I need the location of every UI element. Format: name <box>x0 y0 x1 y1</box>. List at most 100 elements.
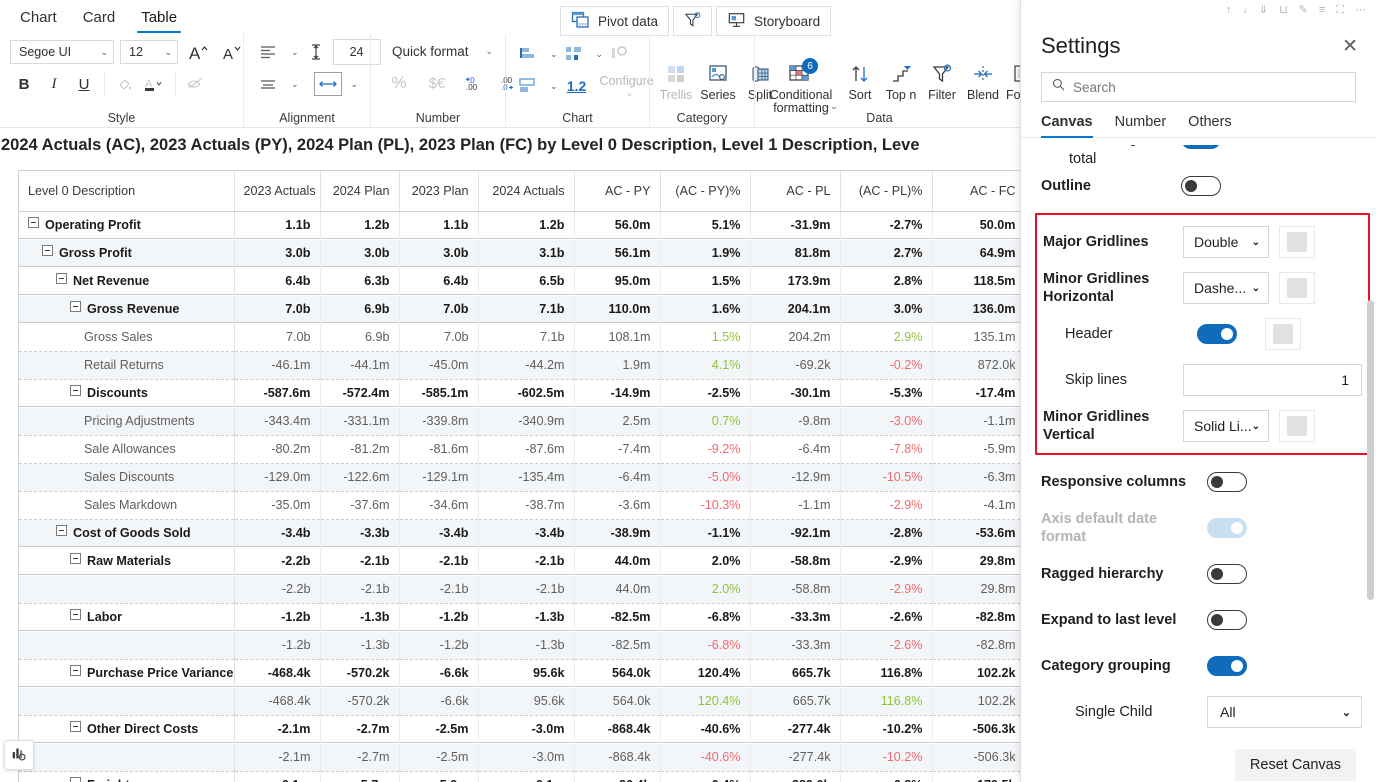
table-row[interactable]: Operating Profit 1.1b 1.2b 1.1b 1.2b 56.0m 5.1… <box>19 211 1025 240</box>
table-cell[interactable]: -6.3m <box>932 463 1025 492</box>
table-cell[interactable]: -129.1m <box>399 463 479 492</box>
column-header[interactable]: AC - FC <box>932 171 1025 212</box>
expand-collapse-icon[interactable] <box>56 273 67 284</box>
column-header[interactable]: AC - PL <box>750 171 841 212</box>
row-label-cell[interactable]: Freight <box>19 771 235 782</box>
table-cell[interactable]: -80.2m <box>234 435 321 464</box>
setting-category-grouping[interactable]: Category grouping <box>1041 643 1362 689</box>
table-cell[interactable]: -2.5m <box>399 715 479 744</box>
ribbon-tab-table[interactable]: Table <box>131 5 187 34</box>
setting-expand-to-last-level[interactable]: Expand to last level <box>1041 597 1362 643</box>
table-cell[interactable]: 7.0b <box>234 323 321 352</box>
table-cell[interactable]: 1.5% <box>660 267 751 296</box>
expand-collapse-icon[interactable] <box>70 553 81 564</box>
table-cell[interactable]: -53.6m <box>932 519 1025 548</box>
table-cell[interactable]: -35.0m <box>234 491 321 520</box>
merge-icon[interactable]: ⊔ <box>1279 4 1288 16</box>
table-cell[interactable]: 29.8m <box>932 575 1025 604</box>
minor-gridlines-vertical-color-swatch[interactable] <box>1279 410 1315 442</box>
panel-tab-others[interactable]: Others <box>1188 114 1232 137</box>
table-cell[interactable]: 7.0b <box>399 323 479 352</box>
table-cell[interactable]: -587.6m <box>234 379 321 408</box>
table-cell[interactable]: -6.6k <box>399 659 479 688</box>
chevron-down-icon[interactable]: ⌄ <box>550 81 558 92</box>
table-cell[interactable]: -58.8m <box>750 547 841 576</box>
table-cell[interactable]: 872.0k <box>932 351 1025 380</box>
table-cell[interactable]: -570.2k <box>320 687 400 716</box>
table-cell[interactable]: 95.6k <box>478 659 575 688</box>
table-cell[interactable]: -2.9% <box>840 491 933 520</box>
vertical-align-button[interactable] <box>254 70 282 98</box>
blend-button[interactable]: Blend <box>963 58 1003 103</box>
table-cell[interactable]: 120.4% <box>660 687 751 716</box>
table-cell[interactable]: -10.5% <box>840 463 933 492</box>
row-label-cell[interactable]: Pricing Adjustments <box>19 407 235 436</box>
row-label-cell[interactable]: Cost of Goods Sold <box>19 519 235 548</box>
table-cell[interactable]: 120.4% <box>660 659 751 688</box>
font-color-button[interactable]: A <box>141 70 169 98</box>
table-cell[interactable]: 3.0b <box>320 239 400 268</box>
ribbon-tab-card[interactable]: Card <box>73 5 126 34</box>
table-cell[interactable]: -389.0k <box>750 771 841 782</box>
table-cell[interactable]: -5.0% <box>660 463 751 492</box>
major-gridlines-select[interactable]: Double ⌄ <box>1183 226 1269 258</box>
font-family-select[interactable]: Segoe UI ⌄ <box>10 40 114 64</box>
table-cell[interactable]: -14.9m <box>574 379 661 408</box>
table-cell[interactable]: 1.2b <box>478 211 575 240</box>
table-cell[interactable]: -6.8% <box>660 631 751 660</box>
table-cell[interactable]: -2.2b <box>234 547 321 576</box>
table-cell[interactable]: -0.2% <box>840 351 933 380</box>
table-cell[interactable]: 204.2m <box>750 323 841 352</box>
series-button[interactable]: Series <box>698 58 738 103</box>
setting-ragged-hierarchy[interactable]: Ragged hierarchy <box>1041 551 1362 597</box>
column-width-button[interactable] <box>313 72 342 96</box>
table-row[interactable]: Labor -1.2b -1.3b -1.2b -1.3b -82.5m -6.8% -33.… <box>19 603 1025 632</box>
table-cell[interactable]: -602.5m <box>478 379 575 408</box>
table-cell[interactable]: 29.8m <box>932 547 1025 576</box>
panel-settings-list[interactable]: Variance grand total Outline Major Gridl… <box>1021 145 1376 782</box>
expand-collapse-icon[interactable] <box>70 301 81 312</box>
row-label-cell[interactable]: Gross Sales <box>19 323 235 352</box>
table-cell[interactable]: -6.1m <box>234 771 321 782</box>
table-cell[interactable]: 3.0% <box>840 295 933 324</box>
expand-collapse-icon[interactable] <box>42 245 53 256</box>
table-row[interactable]: -2.2b -2.1b -2.1b -2.1b 44.0m 2.0% -58.8m -2.9%… <box>19 575 1025 604</box>
table-cell[interactable]: 0.7% <box>660 407 751 436</box>
table-cell[interactable]: -2.1b <box>320 575 400 604</box>
table-cell[interactable]: 64.9m <box>932 239 1025 268</box>
table-cell[interactable]: -2.6% <box>840 631 933 660</box>
expand-collapse-icon[interactable] <box>70 385 81 396</box>
chevron-down-icon[interactable]: ⌄ <box>351 79 359 90</box>
chart-stacked-icon[interactable] <box>514 72 542 100</box>
table-cell[interactable]: -4.1m <box>932 491 1025 520</box>
table-cell[interactable]: -2.8% <box>840 519 933 548</box>
chevron-down-icon[interactable]: ⌄ <box>550 49 558 60</box>
table-cell[interactable]: -10.2% <box>840 715 933 744</box>
table-cell[interactable]: -122.6m <box>320 463 400 492</box>
minor-gridlines-horizontal-color-swatch[interactable] <box>1279 272 1315 304</box>
table-cell[interactable]: -3.0m <box>478 715 575 744</box>
table-cell[interactable]: -58.8m <box>750 575 841 604</box>
table-cell[interactable]: -277.4k <box>750 715 841 744</box>
table-cell[interactable]: -868.4k <box>574 743 661 772</box>
table-row[interactable]: Sale Allowances -80.2m -81.2m -81.6m -87.6m -… <box>19 435 1025 464</box>
table-cell[interactable]: -2.1b <box>478 547 575 576</box>
table-cell[interactable]: -585.1m <box>399 379 479 408</box>
table-cell[interactable]: -82.8m <box>932 631 1025 660</box>
table-cell[interactable]: -506.3k <box>932 743 1025 772</box>
table-cell[interactable]: 116.8% <box>840 659 933 688</box>
single-child-select[interactable]: All ⌄ <box>1207 696 1362 728</box>
table-cell[interactable]: 1.2b <box>320 211 400 240</box>
table-cell[interactable]: 2.8% <box>840 267 933 296</box>
table-cell[interactable]: -3.6m <box>574 491 661 520</box>
sort-button[interactable]: Sort <box>840 58 880 103</box>
filter-icon[interactable]: ≡ <box>1319 4 1325 16</box>
table-cell[interactable]: 1.9% <box>660 239 751 268</box>
table-cell[interactable]: -92.1m <box>750 519 841 548</box>
table-cell[interactable]: -1.2b <box>234 603 321 632</box>
table-cell[interactable]: -69.2k <box>750 351 841 380</box>
table-cell[interactable]: 1.1b <box>234 211 321 240</box>
table-cell[interactable]: -81.2m <box>320 435 400 464</box>
expand-collapse-icon[interactable] <box>28 217 39 228</box>
table-cell[interactable]: 136.0m <box>932 295 1025 324</box>
